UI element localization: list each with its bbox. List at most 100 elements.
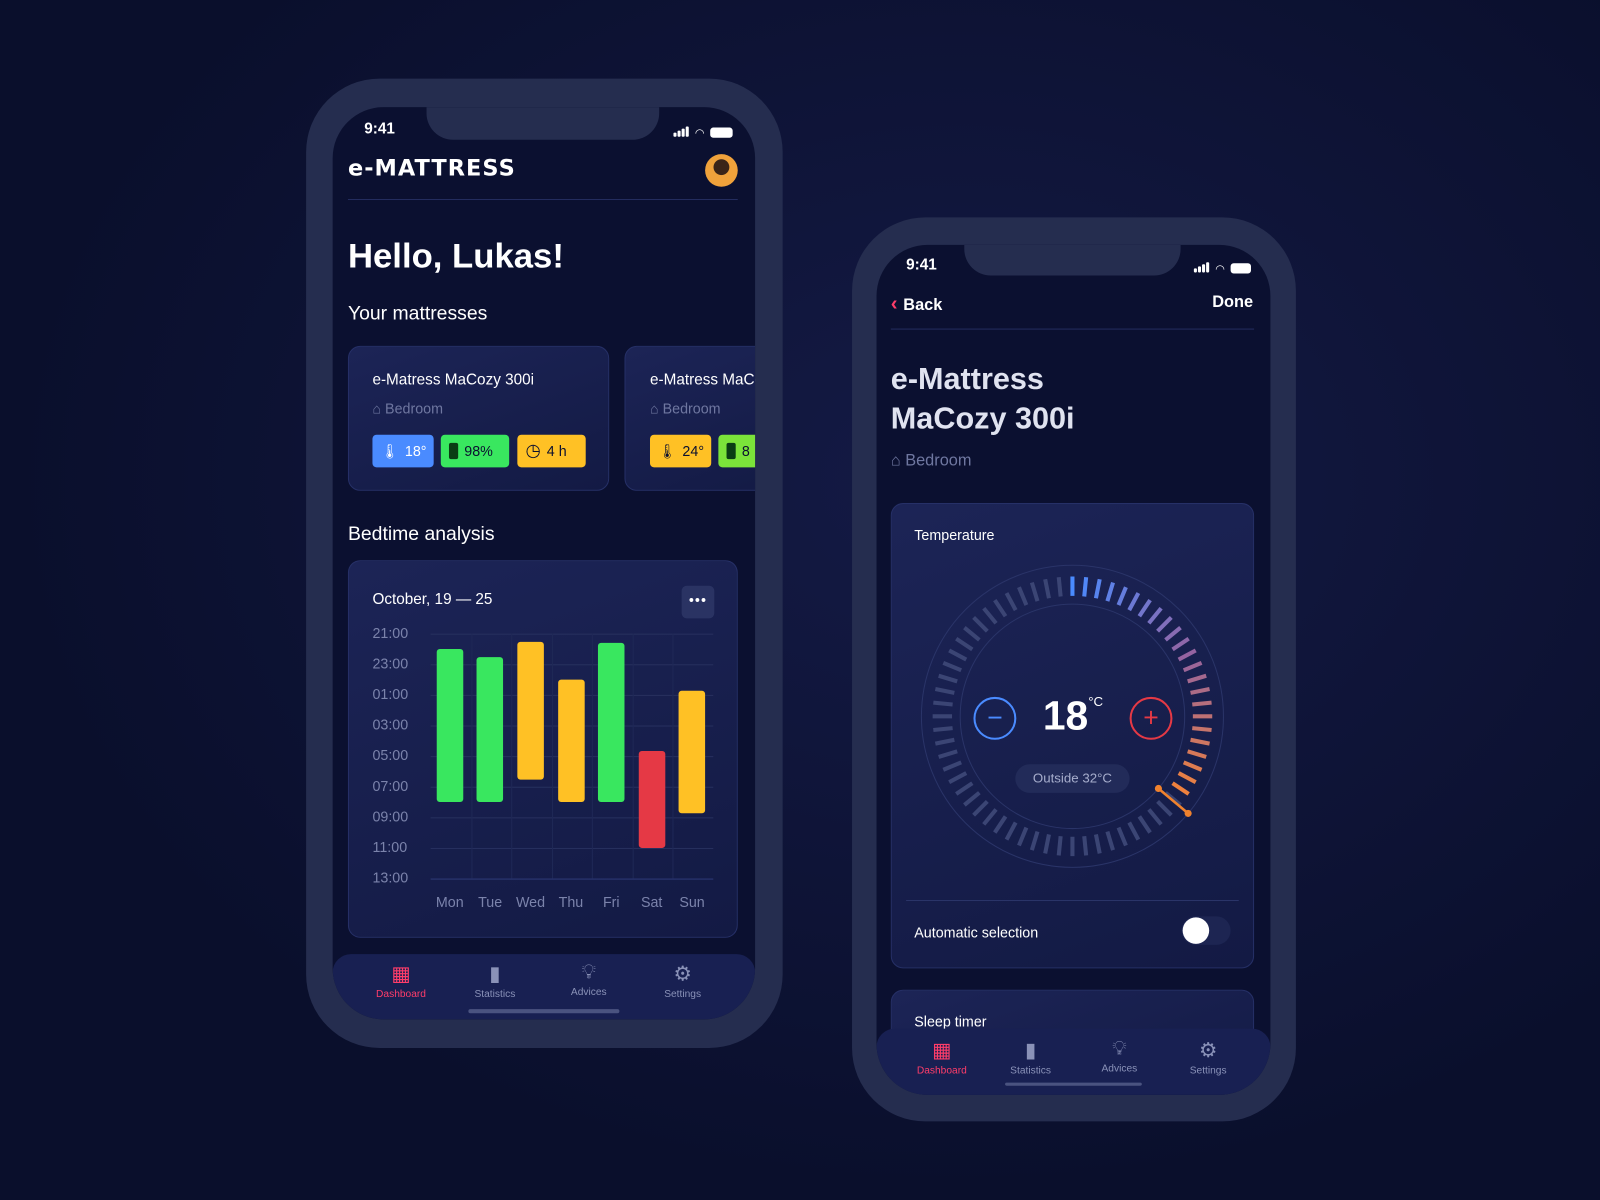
dial-tick — [933, 726, 953, 733]
dial-tick — [1177, 771, 1197, 785]
x-tick-label: Tue — [478, 893, 503, 911]
y-tick-label: 09:00 — [372, 808, 409, 825]
mattress-card[interactable]: e-Matress MaCozy 300i ⌂ Bedroom 🌡︎ 18° 98… — [347, 345, 610, 491]
home-indicator — [468, 1009, 620, 1014]
dial-tick — [1187, 673, 1207, 684]
dial-tick — [972, 800, 989, 817]
dial-tick — [993, 598, 1008, 618]
thermometer-icon: 🌡︎ — [658, 442, 677, 459]
dial-tick — [982, 606, 998, 625]
x-tick-label: Fri — [602, 893, 620, 911]
room: ⌂ Bedroom — [891, 452, 972, 470]
dial-tick — [1171, 781, 1190, 796]
dial-tick — [948, 648, 968, 662]
temperature-title: Temperature — [914, 526, 995, 543]
tab-label: Dashboard — [376, 988, 426, 1000]
battery-value: 98% — [464, 442, 493, 460]
sleep-bar-sun[interactable] — [678, 691, 706, 814]
y-tick-label: 21:00 — [372, 624, 409, 641]
dial-tick — [1056, 576, 1063, 597]
increase-button[interactable]: + — [1129, 696, 1173, 740]
x-tick-label: Mon — [435, 893, 464, 911]
status-time: 9:41 — [364, 120, 395, 138]
dial-tick — [1137, 598, 1152, 618]
dial-tick — [934, 737, 955, 746]
dial-tick — [1182, 760, 1203, 772]
title-line-2: MaCozy 300i — [890, 402, 1075, 436]
battery-icon — [1230, 263, 1251, 274]
tab-settings[interactable]: ⚙ Settings — [1172, 1038, 1243, 1077]
room: ⌂ Bedroom — [650, 400, 721, 416]
dial-tick — [1190, 737, 1210, 746]
status-time: 9:41 — [906, 256, 937, 274]
tab-settings[interactable]: ⚙ Settings — [647, 961, 718, 1000]
dial-tick — [1190, 687, 1210, 695]
y-tick-label: 07:00 — [372, 777, 409, 794]
header-divider — [890, 328, 1255, 330]
dial-tick — [1093, 834, 1102, 854]
grid-line — [430, 847, 714, 849]
mattresses-title: Your mattresses — [347, 303, 488, 325]
advices-icon: 💡︎ — [1112, 1037, 1127, 1061]
dial-tick — [1147, 606, 1163, 625]
tab-dashboard[interactable]: ▦ Dashboard — [365, 961, 436, 1000]
sleep-bar-wed[interactable] — [517, 641, 544, 780]
grid-line — [430, 817, 714, 819]
advices-icon: 💡︎ — [581, 961, 596, 984]
y-tick-label: 11:00 — [372, 838, 408, 856]
sleep-bar-thu[interactable] — [557, 679, 585, 803]
dial-handle-dot — [1154, 784, 1162, 793]
status-icons: ◠ — [673, 123, 733, 141]
analysis-title: Bedtime analysis — [347, 523, 495, 545]
dashboard-screen: 9:41 ◠ e-MATTRESS Hello, Lukas! Your mat… — [332, 107, 756, 1020]
tab-statistics[interactable]: ▮ Statistics — [459, 961, 530, 1000]
temp-value: 24° — [682, 442, 705, 460]
dial-tick — [972, 616, 989, 633]
done-button[interactable]: Done — [1212, 294, 1253, 312]
dial-handle-dot — [1184, 809, 1192, 817]
home-indicator — [1005, 1082, 1142, 1086]
sleep-bar-fri[interactable] — [598, 642, 625, 803]
tab-advices[interactable]: 💡︎ Advices — [553, 961, 624, 998]
dial-tick — [1192, 700, 1212, 707]
tab-dashboard[interactable]: ▦ Dashboard — [906, 1038, 977, 1077]
more-button[interactable]: ••• — [681, 585, 715, 619]
sleep-bar-mon[interactable] — [436, 648, 464, 803]
phone-detail: 9:41 ◠ ‹ Back Done e-Mattress MaCozy 300i… — [852, 217, 1296, 1122]
avatar[interactable] — [705, 154, 738, 187]
tab-advices[interactable]: 💡︎ Advices — [1084, 1038, 1155, 1075]
mattress-card[interactable]: e-Matress MaCozy ⌂ Bedroom 🌡︎ 24° 8 — [624, 345, 756, 491]
tab-statistics[interactable]: ▮ Statistics — [995, 1038, 1066, 1077]
y-tick-label: 13:00 — [372, 869, 409, 886]
y-tick-label: 05:00 — [372, 746, 409, 764]
grid-line — [551, 633, 553, 879]
dial-tick — [1043, 578, 1051, 599]
tab-label: Dashboard — [916, 1065, 967, 1077]
dial-tick — [934, 687, 955, 695]
back-button[interactable]: ‹ Back — [891, 293, 942, 316]
sleep-bar-tue[interactable] — [476, 656, 504, 803]
notch — [426, 107, 660, 140]
title-line-1: e-Mattress — [890, 362, 1044, 396]
grid-line — [430, 664, 714, 666]
dial-tick — [1177, 648, 1197, 662]
back-label: Back — [903, 296, 943, 315]
dial-tick — [1105, 581, 1115, 602]
room: ⌂ Bedroom — [372, 400, 443, 416]
settings-icon: ⚙ — [1199, 1039, 1218, 1063]
temperature-value: 18°C — [1043, 694, 1103, 740]
auto-selection-toggle[interactable] — [1181, 916, 1231, 945]
home-icon: ⌂ — [890, 452, 906, 470]
auto-selection-label: Automatic selection — [914, 924, 1039, 941]
dial-tick — [1029, 581, 1040, 602]
dial-tick — [1182, 660, 1203, 673]
thermometer-icon: 🌡︎ — [380, 442, 399, 459]
dial-tick — [938, 749, 958, 759]
sleep-bar-sat[interactable] — [638, 751, 665, 848]
tab-label: Advices — [1101, 1063, 1138, 1075]
decrease-button[interactable]: − — [973, 696, 1017, 740]
dial-tick — [1147, 808, 1163, 826]
temperature-card: Temperature − + 18°C Outside 32°C Automa… — [890, 503, 1255, 969]
battery-icon — [448, 442, 459, 460]
grid-line — [511, 633, 513, 879]
